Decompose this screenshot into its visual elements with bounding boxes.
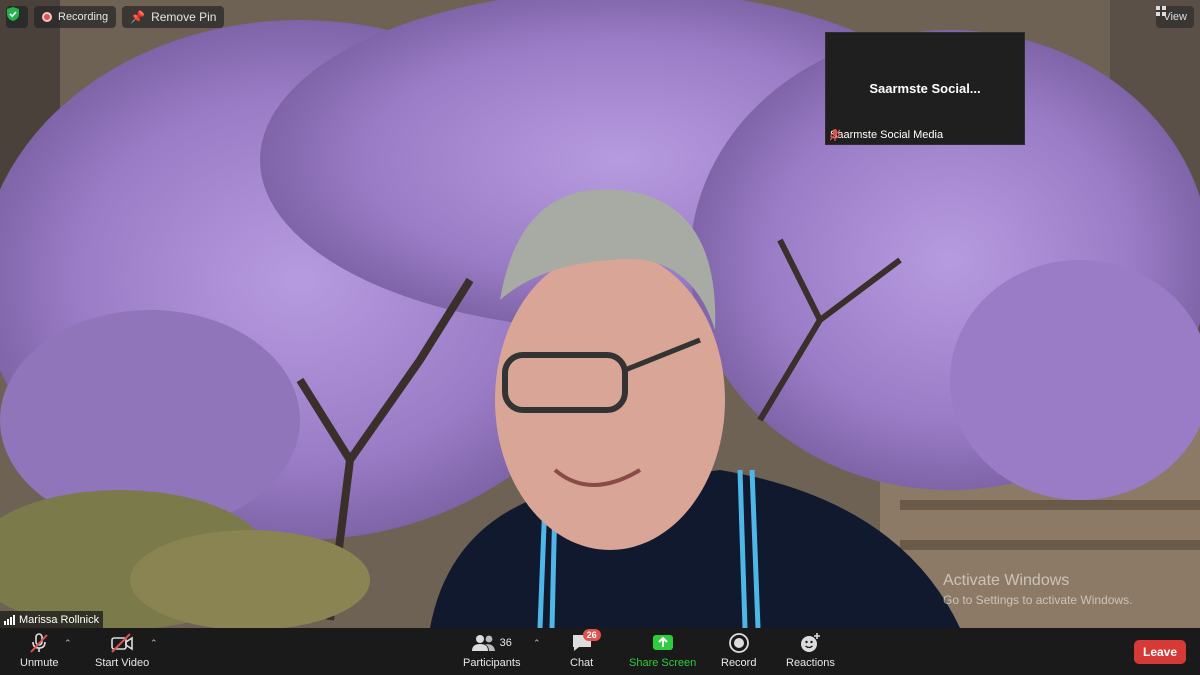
chat-unread-badge: 26 bbox=[582, 629, 601, 641]
audio-options-chevron-icon[interactable]: ⌃ bbox=[64, 638, 72, 649]
people-icon bbox=[471, 635, 495, 651]
participants-options-chevron-icon[interactable]: ⌃ bbox=[533, 638, 541, 649]
chat-button[interactable]: 26 Chat bbox=[570, 629, 601, 669]
reactions-label: Reactions bbox=[786, 657, 835, 669]
activate-windows-watermark: Activate Windows Go to Settings to activ… bbox=[943, 572, 1132, 607]
unmute-label: Unmute bbox=[20, 657, 59, 669]
speaker-name: Marissa Rollnick bbox=[19, 613, 100, 626]
thumbnail-display-name: Saarmste Social... bbox=[869, 81, 981, 96]
recording-indicator[interactable]: Recording bbox=[34, 6, 117, 28]
share-screen-button[interactable]: Share Screen bbox=[629, 632, 696, 669]
reactions-button[interactable]: Reactions bbox=[786, 632, 835, 669]
thumbnail-name-tag: Saarmste Social Media bbox=[830, 129, 943, 141]
main-video-stage: Recording 📌 Remove Pin View Saarmste Soc… bbox=[0, 0, 1200, 628]
view-button[interactable]: View bbox=[1156, 6, 1194, 28]
shield-check-icon[interactable] bbox=[6, 6, 28, 28]
video-off-icon bbox=[111, 633, 133, 653]
watermark-title: Activate Windows bbox=[943, 572, 1070, 589]
meeting-toolbar: Unmute ⌃ Start Video ⌃ 36 Participants ⌃ bbox=[0, 628, 1200, 675]
pin-icon: 📌 bbox=[130, 10, 146, 24]
recording-label: Recording bbox=[58, 11, 109, 23]
start-video-label: Start Video bbox=[95, 657, 150, 669]
share-screen-icon bbox=[652, 635, 673, 650]
start-video-button[interactable]: Start Video bbox=[95, 632, 149, 669]
participants-count: 36 bbox=[499, 637, 512, 649]
remove-pin-button[interactable]: 📌 Remove Pin bbox=[122, 6, 225, 28]
video-options-chevron-icon[interactable]: ⌃ bbox=[150, 638, 158, 649]
emoji-plus-icon bbox=[801, 633, 821, 652]
watermark-subtitle: Go to Settings to activate Windows. bbox=[943, 593, 1133, 607]
participants-label: Participants bbox=[463, 657, 521, 669]
thumbnail-participant-name: Saarmste Social Media bbox=[830, 129, 944, 141]
mic-muted-icon bbox=[830, 129, 840, 141]
participants-button[interactable]: 36 Participants bbox=[463, 632, 520, 669]
meeting-status-bar: Recording 📌 Remove Pin bbox=[6, 6, 225, 28]
chat-label: Chat bbox=[570, 657, 594, 669]
leave-button[interactable]: Leave bbox=[1134, 640, 1186, 664]
record-label: Record bbox=[721, 657, 757, 669]
signal-bars-icon bbox=[4, 614, 15, 625]
speaker-name-tag: Marissa Rollnick bbox=[0, 611, 104, 628]
recording-dot-icon bbox=[42, 12, 52, 22]
unmute-button[interactable]: Unmute bbox=[20, 632, 59, 669]
mic-muted-icon bbox=[30, 633, 48, 653]
participant-thumbnail[interactable]: Saarmste Social... Saarmste Social Media bbox=[825, 32, 1025, 145]
record-button[interactable]: Record bbox=[721, 632, 756, 669]
remove-pin-label: Remove Pin bbox=[151, 10, 217, 24]
share-screen-label: Share Screen bbox=[629, 657, 697, 669]
record-icon bbox=[728, 633, 749, 653]
grid-view-icon bbox=[1156, 6, 1167, 16]
